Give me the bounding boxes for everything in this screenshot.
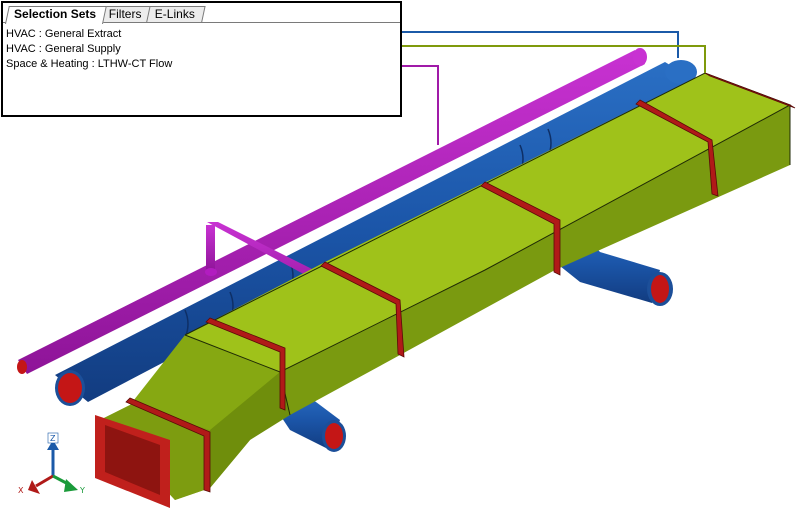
- selection-set-general-extract[interactable]: HVAC : General Extract: [6, 27, 172, 42]
- axis-z-label: Z: [50, 434, 56, 443]
- tab-e-links-label: E-Links: [154, 7, 195, 21]
- selection-set-general-supply[interactable]: HVAC : General Supply: [6, 42, 172, 57]
- tab-filters[interactable]: Filters: [100, 6, 153, 23]
- selection-set-list: HVAC : General Extract HVAC : General Su…: [6, 27, 172, 72]
- axis-triad: Z X Y: [18, 432, 85, 495]
- tab-selection-sets[interactable]: Selection Sets: [5, 6, 107, 24]
- tab-filters-label: Filters: [108, 7, 142, 21]
- general-supply-duct[interactable]: [95, 72, 792, 508]
- selection-set-lthw-ct-flow[interactable]: Space & Heating : LTHW-CT Flow: [6, 57, 172, 72]
- tab-selection-sets-label: Selection Sets: [14, 7, 97, 21]
- axis-y-label: Y: [79, 486, 85, 495]
- tab-e-links[interactable]: E-Links: [145, 6, 206, 23]
- selection-tree-panel: Selection Sets Filters E-Links HVAC : Ge…: [1, 1, 402, 117]
- axis-x-label: X: [18, 486, 24, 495]
- panel-tabs: Selection Sets Filters E-Links: [5, 6, 206, 24]
